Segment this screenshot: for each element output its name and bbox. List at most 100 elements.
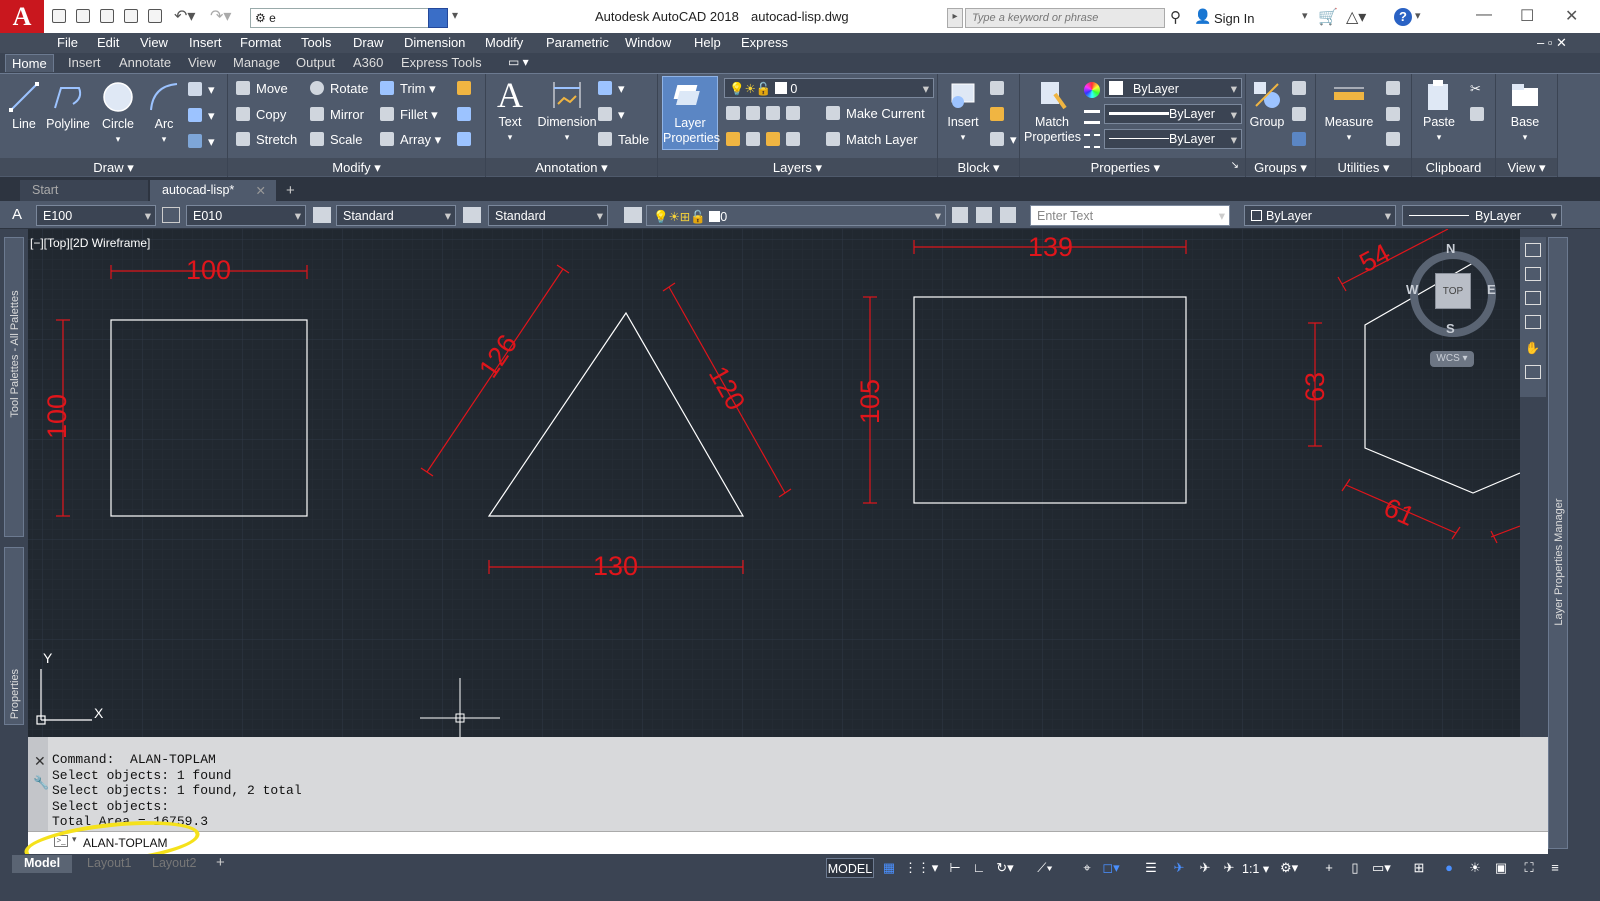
menu-view[interactable]: View	[140, 35, 168, 50]
dimension-button[interactable]: Dimension ▾	[534, 78, 600, 145]
cut-icon[interactable]: ✂	[1470, 81, 1481, 97]
layer-dropdown[interactable]: 💡☀🔓 0	[724, 78, 934, 98]
base-view-button[interactable]: Base ▾	[1504, 78, 1546, 145]
color-control-dropdown[interactable]: ByLayer	[1244, 205, 1396, 226]
tab-layout2[interactable]: Layout2	[140, 855, 208, 873]
modify-panel-title[interactable]: Modify ▾	[228, 158, 485, 176]
menu-window[interactable]: Window	[625, 35, 671, 50]
customization-icon[interactable]: ≡	[1546, 860, 1564, 876]
add-layout-icon[interactable]: +	[216, 854, 225, 871]
table-button[interactable]: Table	[598, 132, 649, 147]
make-current-button[interactable]: Make Current	[826, 106, 925, 121]
print-icon[interactable]	[148, 9, 162, 23]
line-button[interactable]: Line	[6, 80, 42, 132]
pan-icon[interactable]	[1525, 267, 1541, 281]
menu-dimension[interactable]: Dimension	[404, 35, 465, 50]
move-button[interactable]: Move	[236, 81, 288, 96]
utilities-panel-title[interactable]: Utilities ▾	[1316, 158, 1411, 176]
measure-dropdown-icon[interactable]: ▾	[1320, 130, 1378, 145]
paste-dropdown-icon[interactable]: ▾	[1418, 130, 1460, 145]
tab-a360[interactable]: A360	[347, 54, 389, 71]
quick-select-icon[interactable]	[1386, 81, 1406, 96]
menu-express[interactable]: Express	[741, 35, 788, 50]
orbit-icon[interactable]	[1525, 315, 1541, 329]
hand-icon[interactable]: ✋	[1525, 341, 1541, 355]
view-panel-title[interactable]: View ▾	[1496, 158, 1557, 176]
document-window-controls[interactable]: – ▫ ✕	[1537, 35, 1567, 51]
new-tab-icon[interactable]: +	[282, 180, 304, 201]
create-block-icon[interactable]	[990, 81, 1010, 96]
viewcube-top-face[interactable]: TOP	[1435, 273, 1471, 309]
search-expand-icon[interactable]: ▸	[947, 8, 963, 28]
dim-style-dropdown[interactable]: E010	[186, 205, 306, 226]
tab-annotate[interactable]: Annotate	[113, 54, 177, 71]
layer-tools-row2[interactable]	[726, 132, 806, 147]
close-command-icon[interactable]: ✕	[34, 753, 46, 770]
grid-display-icon[interactable]: ▦	[880, 860, 898, 876]
command-window-handle[interactable]: ✕ 🔧	[28, 737, 49, 831]
enter-text-input[interactable]: Enter Text	[1030, 205, 1230, 226]
clipboard-panel-title[interactable]: Clipboard	[1412, 158, 1495, 176]
properties-panel-title[interactable]: Properties ▾ ↘	[1020, 158, 1245, 176]
tab-view[interactable]: View	[182, 54, 222, 71]
arc-dropdown-icon[interactable]: ▾	[145, 132, 183, 147]
insert-block-button[interactable]: Insert ▾	[942, 78, 984, 145]
menu-file[interactable]: File	[57, 35, 78, 50]
trim-button[interactable]: Trim ▾	[380, 81, 436, 97]
menu-parametric[interactable]: Parametric	[546, 35, 609, 50]
snap-mode-icon[interactable]: ⋮⋮	[904, 860, 930, 876]
annotation-visibility-icon[interactable]: ✈	[1196, 860, 1214, 876]
undo-icon[interactable]: ↶▾	[174, 6, 195, 26]
lineweight-toggle-icon[interactable]: ☰	[1142, 860, 1160, 876]
properties-palette-bar[interactable]: Properties	[4, 547, 24, 725]
circle-dropdown-icon[interactable]: ▾	[96, 132, 140, 147]
layer-tools-row1[interactable]	[726, 106, 806, 121]
ungroup-icon[interactable]	[1292, 81, 1312, 96]
ribbon-minimize-icon[interactable]: ▭ ▾	[508, 55, 529, 69]
mleader-style-dropdown[interactable]: Standard	[488, 205, 608, 226]
point-icon[interactable]	[1386, 107, 1406, 122]
leader-icon[interactable]: ▾	[598, 107, 625, 123]
menu-edit[interactable]: Edit	[97, 35, 119, 50]
help-icon[interactable]: ?	[1394, 8, 1412, 26]
auto-scale-icon[interactable]: ✈	[1220, 860, 1238, 876]
lineweight-dropdown[interactable]: ByLayer	[1104, 104, 1242, 124]
share-icon[interactable]	[428, 8, 448, 28]
tab-model[interactable]: Model	[12, 855, 73, 873]
scale-button[interactable]: Scale	[310, 132, 363, 147]
minimize-icon[interactable]: —	[1476, 6, 1492, 24]
menu-help[interactable]: Help	[694, 35, 721, 50]
tab-start[interactable]: Start	[20, 180, 148, 201]
calculator-icon[interactable]	[1386, 132, 1406, 147]
stretch-button[interactable]: Stretch	[236, 132, 297, 147]
copy-clip-icon[interactable]	[1470, 107, 1490, 122]
paste-button[interactable]: Paste ▾	[1418, 78, 1460, 145]
annotate-plus-icon[interactable]: +	[1320, 860, 1338, 876]
tab-document[interactable]: autocad-lisp* ✕	[150, 180, 276, 201]
rectangle-icon[interactable]: ▾	[188, 82, 215, 98]
workspace-selector[interactable]: ⚙ e	[250, 8, 436, 28]
linear-dim-icon[interactable]: ▾	[598, 81, 625, 97]
linetype-dropdown[interactable]: ByLayer	[1104, 129, 1242, 149]
tab-insert[interactable]: Insert	[62, 54, 107, 71]
menu-format[interactable]: Format	[240, 35, 281, 50]
close-tab-icon[interactable]: ✕	[256, 183, 266, 198]
open-file-icon[interactable]	[76, 9, 90, 23]
model-space-button[interactable]: MODEL	[826, 858, 874, 878]
measure-button[interactable]: Measure ▾	[1320, 78, 1378, 145]
layer-iso-icon[interactable]	[976, 207, 992, 223]
object-snap-tracking-icon[interactable]: ⌖	[1078, 860, 1096, 876]
linetype-control-dropdown[interactable]: ByLayer	[1402, 205, 1562, 226]
object-snap-icon[interactable]: ◻▾	[1102, 860, 1120, 876]
fillet-button[interactable]: Fillet ▾	[380, 107, 438, 123]
copy-button[interactable]: Copy	[236, 107, 286, 122]
binoculars-icon[interactable]: ⚲	[1170, 8, 1181, 26]
tab-layout1[interactable]: Layout1	[75, 855, 143, 873]
viewcube-north[interactable]: N	[1446, 241, 1455, 256]
tool-palettes-bar[interactable]: Tool Palettes - All Palettes	[4, 237, 24, 537]
tab-manage[interactable]: Manage	[227, 54, 286, 71]
drawing-canvas[interactable]: 100 100 126 120 130 139 105 54 63 61 [−]…	[28, 229, 1520, 737]
graphics-performance-icon[interactable]: ▣	[1492, 860, 1510, 876]
tab-home[interactable]: Home	[5, 54, 54, 72]
insert-dropdown-icon[interactable]: ▾	[942, 130, 984, 145]
